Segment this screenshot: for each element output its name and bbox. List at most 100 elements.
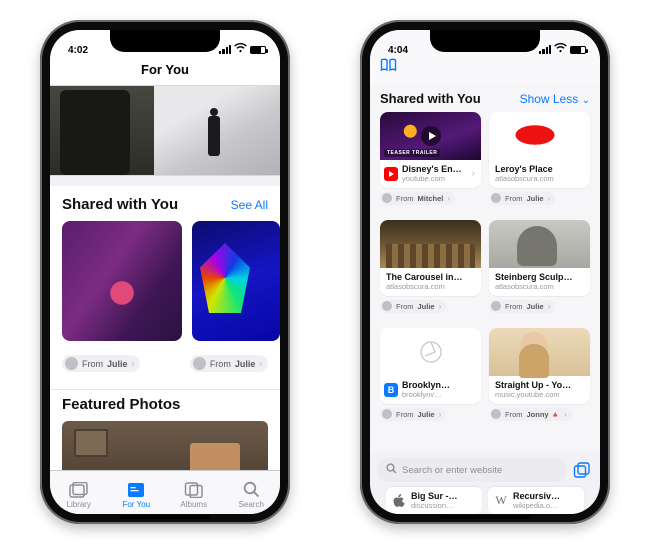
from-name: Julie [107,359,128,369]
card-thumb [489,112,590,160]
from-row: From Mitchel› [380,188,481,214]
card-title: Disney's En… [402,164,468,174]
card-meta: Leroy's Placeatlasobscura.com [489,160,590,188]
chevron-right-icon: › [548,302,551,311]
memory-hero[interactable] [50,86,280,176]
shared-card[interactable]: Steinberg Sculp…atlasobscura.com [489,220,590,296]
bookmarks-icon[interactable] [380,59,397,76]
home-indicator[interactable] [120,515,210,519]
screen-safari: 4:04 Shared with You Show Less ⌄ [370,30,600,514]
featured-title: Featured Photos [62,396,180,413]
from-pill[interactable]: From Jonny 🔺› [489,408,572,421]
play-icon [421,126,441,146]
status-bar: 4:02 [50,30,280,56]
favicon: B [384,383,398,397]
status-icons [219,43,266,56]
tab-title: Recursiv… [513,491,578,501]
shared-thumb-1[interactable] [62,221,182,341]
chevron-right-icon: › [548,194,551,203]
shared-card[interactable]: The Carousel in…atlasobscura.com [380,220,481,296]
tab-subtitle: wikipedia.o… [513,501,578,510]
search-icon [386,463,397,477]
status-icons [539,43,586,56]
chevron-right-icon: › [439,410,442,419]
card-thumb [380,112,481,160]
see-all-link[interactable]: See All [231,198,268,212]
albums-icon [184,481,204,499]
shared-thumb-2[interactable] [192,221,280,341]
card-title: The Carousel in… [386,272,475,282]
from-pill[interactable]: From Julie› [380,408,446,421]
card-meta: Steinberg Sculp…atlasobscura.com [489,268,590,296]
shared-card[interactable]: B Brooklyn…brooklynv… [380,328,481,404]
from-name: Julie [527,194,544,203]
open-tab[interactable]: WRecursiv…wikipedia.o… [488,487,584,514]
shared-card[interactable]: Leroy's Placeatlasobscura.com [489,112,590,188]
url-search-field[interactable]: Search or enter website [378,458,566,482]
shared-card[interactable]: Disney's En…youtube.com › [380,112,481,188]
from-name: Julie [418,410,435,419]
from-row: From Julie› [489,188,590,214]
card-thumb [380,328,481,376]
card-subtitle: atlasobscura.com [495,282,584,291]
open-tab[interactable]: Big Sur -…discussion… [386,487,482,514]
safari-bottom-bar: Search or enter website Big Sur -…discus… [370,452,600,514]
status-time: 4:02 [68,45,88,56]
home-indicator[interactable] [440,515,530,519]
tab-albums[interactable]: Albums [165,481,223,509]
favicon [384,167,398,181]
chevron-right-icon: › [447,194,450,203]
iphone-photos: 4:02 For You Shared with You See All [40,20,290,524]
avatar [382,301,392,311]
status-bar: 4:04 [370,30,600,56]
avatar [382,193,392,203]
tab-library[interactable]: Library [50,481,108,509]
chevron-right-icon: › [472,168,475,179]
chevron-right-icon: › [439,302,442,311]
chevron-right-icon: › [259,359,262,368]
shared-strip[interactable] [50,221,280,351]
card-subtitle: youtube.com [402,174,468,183]
screen-photos: 4:02 For You Shared with You See All [50,30,280,514]
chevron-right-icon: › [132,359,135,368]
cellular-icon [539,45,551,54]
from-name: Julie [527,302,544,311]
card-thumb [489,328,590,376]
from-row: From Jonny 🔺› [489,404,590,430]
from-pill-1[interactable]: From Julie › [62,355,140,372]
status-time: 4:04 [388,45,408,56]
from-pill[interactable]: From Julie› [380,300,446,313]
shared-grid: Disney's En…youtube.com›From Mitchel›Ler… [370,112,600,430]
iphone-safari: 4:04 Shared with You Show Less ⌄ [360,20,610,524]
from-pill[interactable]: From Mitchel› [380,192,455,205]
cellular-icon [219,45,231,54]
from-pill[interactable]: From Julie› [489,300,555,313]
tabs-button[interactable] [572,461,592,479]
from-pill-2[interactable]: From Julie › [190,355,268,372]
safari-start-scroll[interactable]: Shared with You Show Less ⌄ Disney's En…… [370,83,600,452]
from-pill[interactable]: From Julie› [489,192,555,205]
open-tabs-strip: Big Sur -…discussion…WRecursiv…wikipedia… [378,482,592,514]
card-subtitle: brooklynv… [402,390,475,399]
battery-icon [250,46,266,54]
tab-subtitle: discussion… [411,501,476,510]
from-row: From Julie› [380,404,481,430]
card-subtitle: atlasobscura.com [386,282,475,291]
card-thumb [489,220,590,268]
featured-photo-1[interactable] [62,421,268,470]
tab-for-you[interactable]: For You [108,481,166,509]
for-you-scroll[interactable]: Shared with You See All From Julie [50,86,280,470]
safari-toolbar-top [370,56,600,83]
card-title: Brooklyn… [402,380,475,390]
tab-bar: Library For You Albums Search [50,470,280,514]
show-less-link[interactable]: Show Less ⌄ [520,92,590,106]
tab-search[interactable]: Search [223,481,281,509]
card-subtitle: music.youtube.com [495,390,584,399]
chevron-down-icon: ⌄ [582,95,590,106]
avatar [193,357,206,370]
tab-title: Big Sur -… [411,491,476,501]
shared-card[interactable]: Straight Up - Yo…music.youtube.com [489,328,590,404]
card-meta: Disney's En…youtube.com › [380,160,481,188]
card-meta: B Brooklyn…brooklynv… [380,376,481,404]
card-title: Leroy's Place [495,164,584,174]
